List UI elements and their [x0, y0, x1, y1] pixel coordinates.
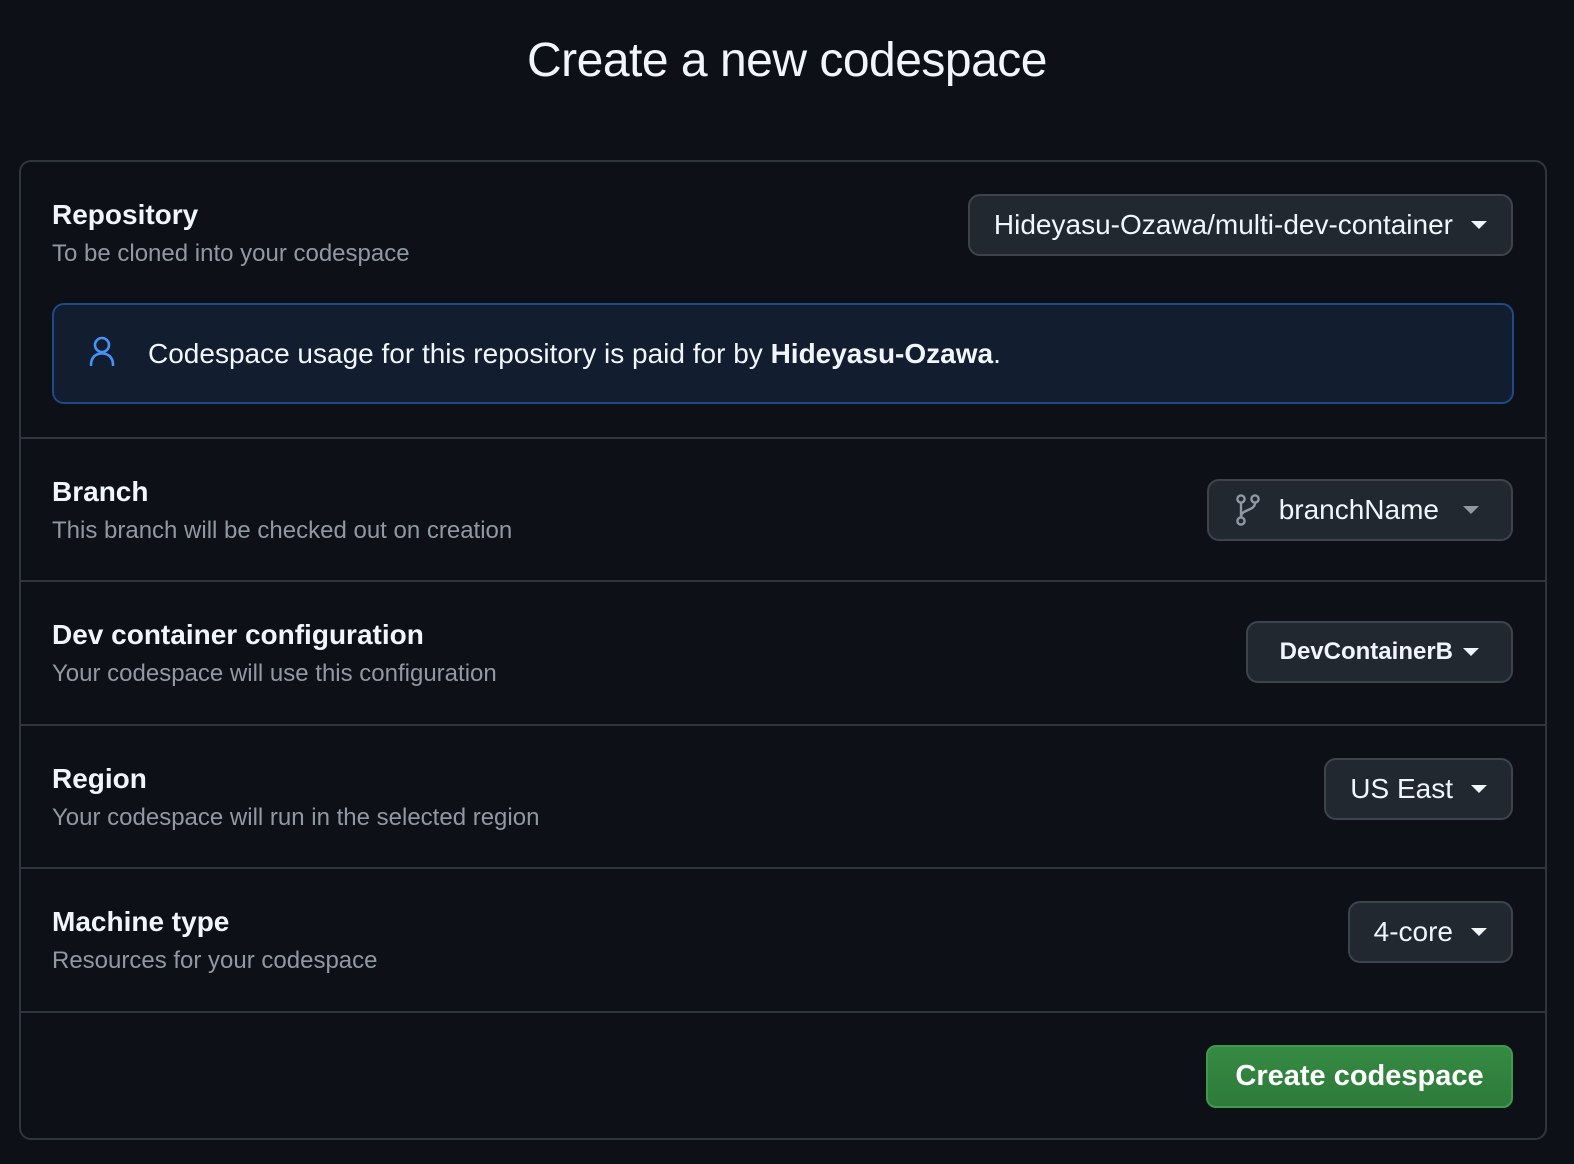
devcontainer-description: Your codespace will use this configurati…: [52, 660, 497, 687]
branch-select[interactable]: branchName: [1206, 479, 1513, 541]
git-branch-icon: [1235, 494, 1261, 526]
billing-notice-prefix: Codespace usage for this repository is p…: [148, 337, 771, 369]
billing-notice-text: Codespace usage for this repository is p…: [148, 338, 1001, 370]
branch-section: Branch This branch will be checked out o…: [21, 439, 1545, 582]
repository-title: Repository: [52, 199, 199, 230]
branch-title: Branch: [52, 476, 149, 507]
machine-description: Resources for your codespace: [52, 947, 378, 974]
devcontainer-select[interactable]: DevContainerB: [1245, 621, 1513, 683]
machine-title: Machine type: [52, 906, 230, 937]
branch-selected-label: branchName: [1278, 494, 1439, 525]
repository-description: To be cloned into your codespace: [52, 240, 410, 267]
machine-select[interactable]: 4-core: [1347, 901, 1513, 963]
repository-select[interactable]: Hideyasu-Ozawa/multi-dev-container: [967, 194, 1513, 256]
machine-section: Machine type Resources for your codespac…: [21, 869, 1545, 1013]
billing-notice-suffix: .: [993, 337, 1001, 369]
repository-section: Repository To be cloned into your codesp…: [21, 162, 1545, 439]
chevron-down-icon: [1463, 506, 1479, 514]
person-icon: [88, 336, 116, 371]
branch-description: This branch will be checked out on creat…: [52, 517, 513, 544]
chevron-down-icon: [1471, 785, 1487, 793]
chevron-down-icon: [1471, 221, 1487, 229]
region-title: Region: [52, 763, 147, 794]
region-description: Your codespace will run in the selected …: [52, 804, 540, 831]
devcontainer-title: Dev container configuration: [52, 619, 424, 650]
devcontainer-section: Dev container configuration Your codespa…: [21, 582, 1545, 726]
chevron-down-icon: [1471, 928, 1487, 936]
machine-selected-label: 4-core: [1373, 916, 1453, 947]
region-section: Region Your codespace will run in the se…: [21, 726, 1545, 869]
codespace-form-panel: Repository To be cloned into your codesp…: [19, 160, 1547, 1140]
region-selected-label: US East: [1350, 773, 1453, 804]
chevron-down-icon: [1463, 648, 1479, 656]
billing-owner: Hideyasu-Ozawa: [770, 337, 994, 369]
page-title: Create a new codespace: [527, 34, 1048, 87]
billing-notice: Codespace usage for this repository is p…: [52, 303, 1514, 404]
repository-selected-label: Hideyasu-Ozawa/multi-dev-container: [993, 209, 1453, 240]
create-codespace-button[interactable]: Create codespace: [1206, 1045, 1513, 1108]
devcontainer-selected-label: DevContainerB: [1279, 638, 1453, 665]
region-select[interactable]: US East: [1324, 758, 1513, 820]
